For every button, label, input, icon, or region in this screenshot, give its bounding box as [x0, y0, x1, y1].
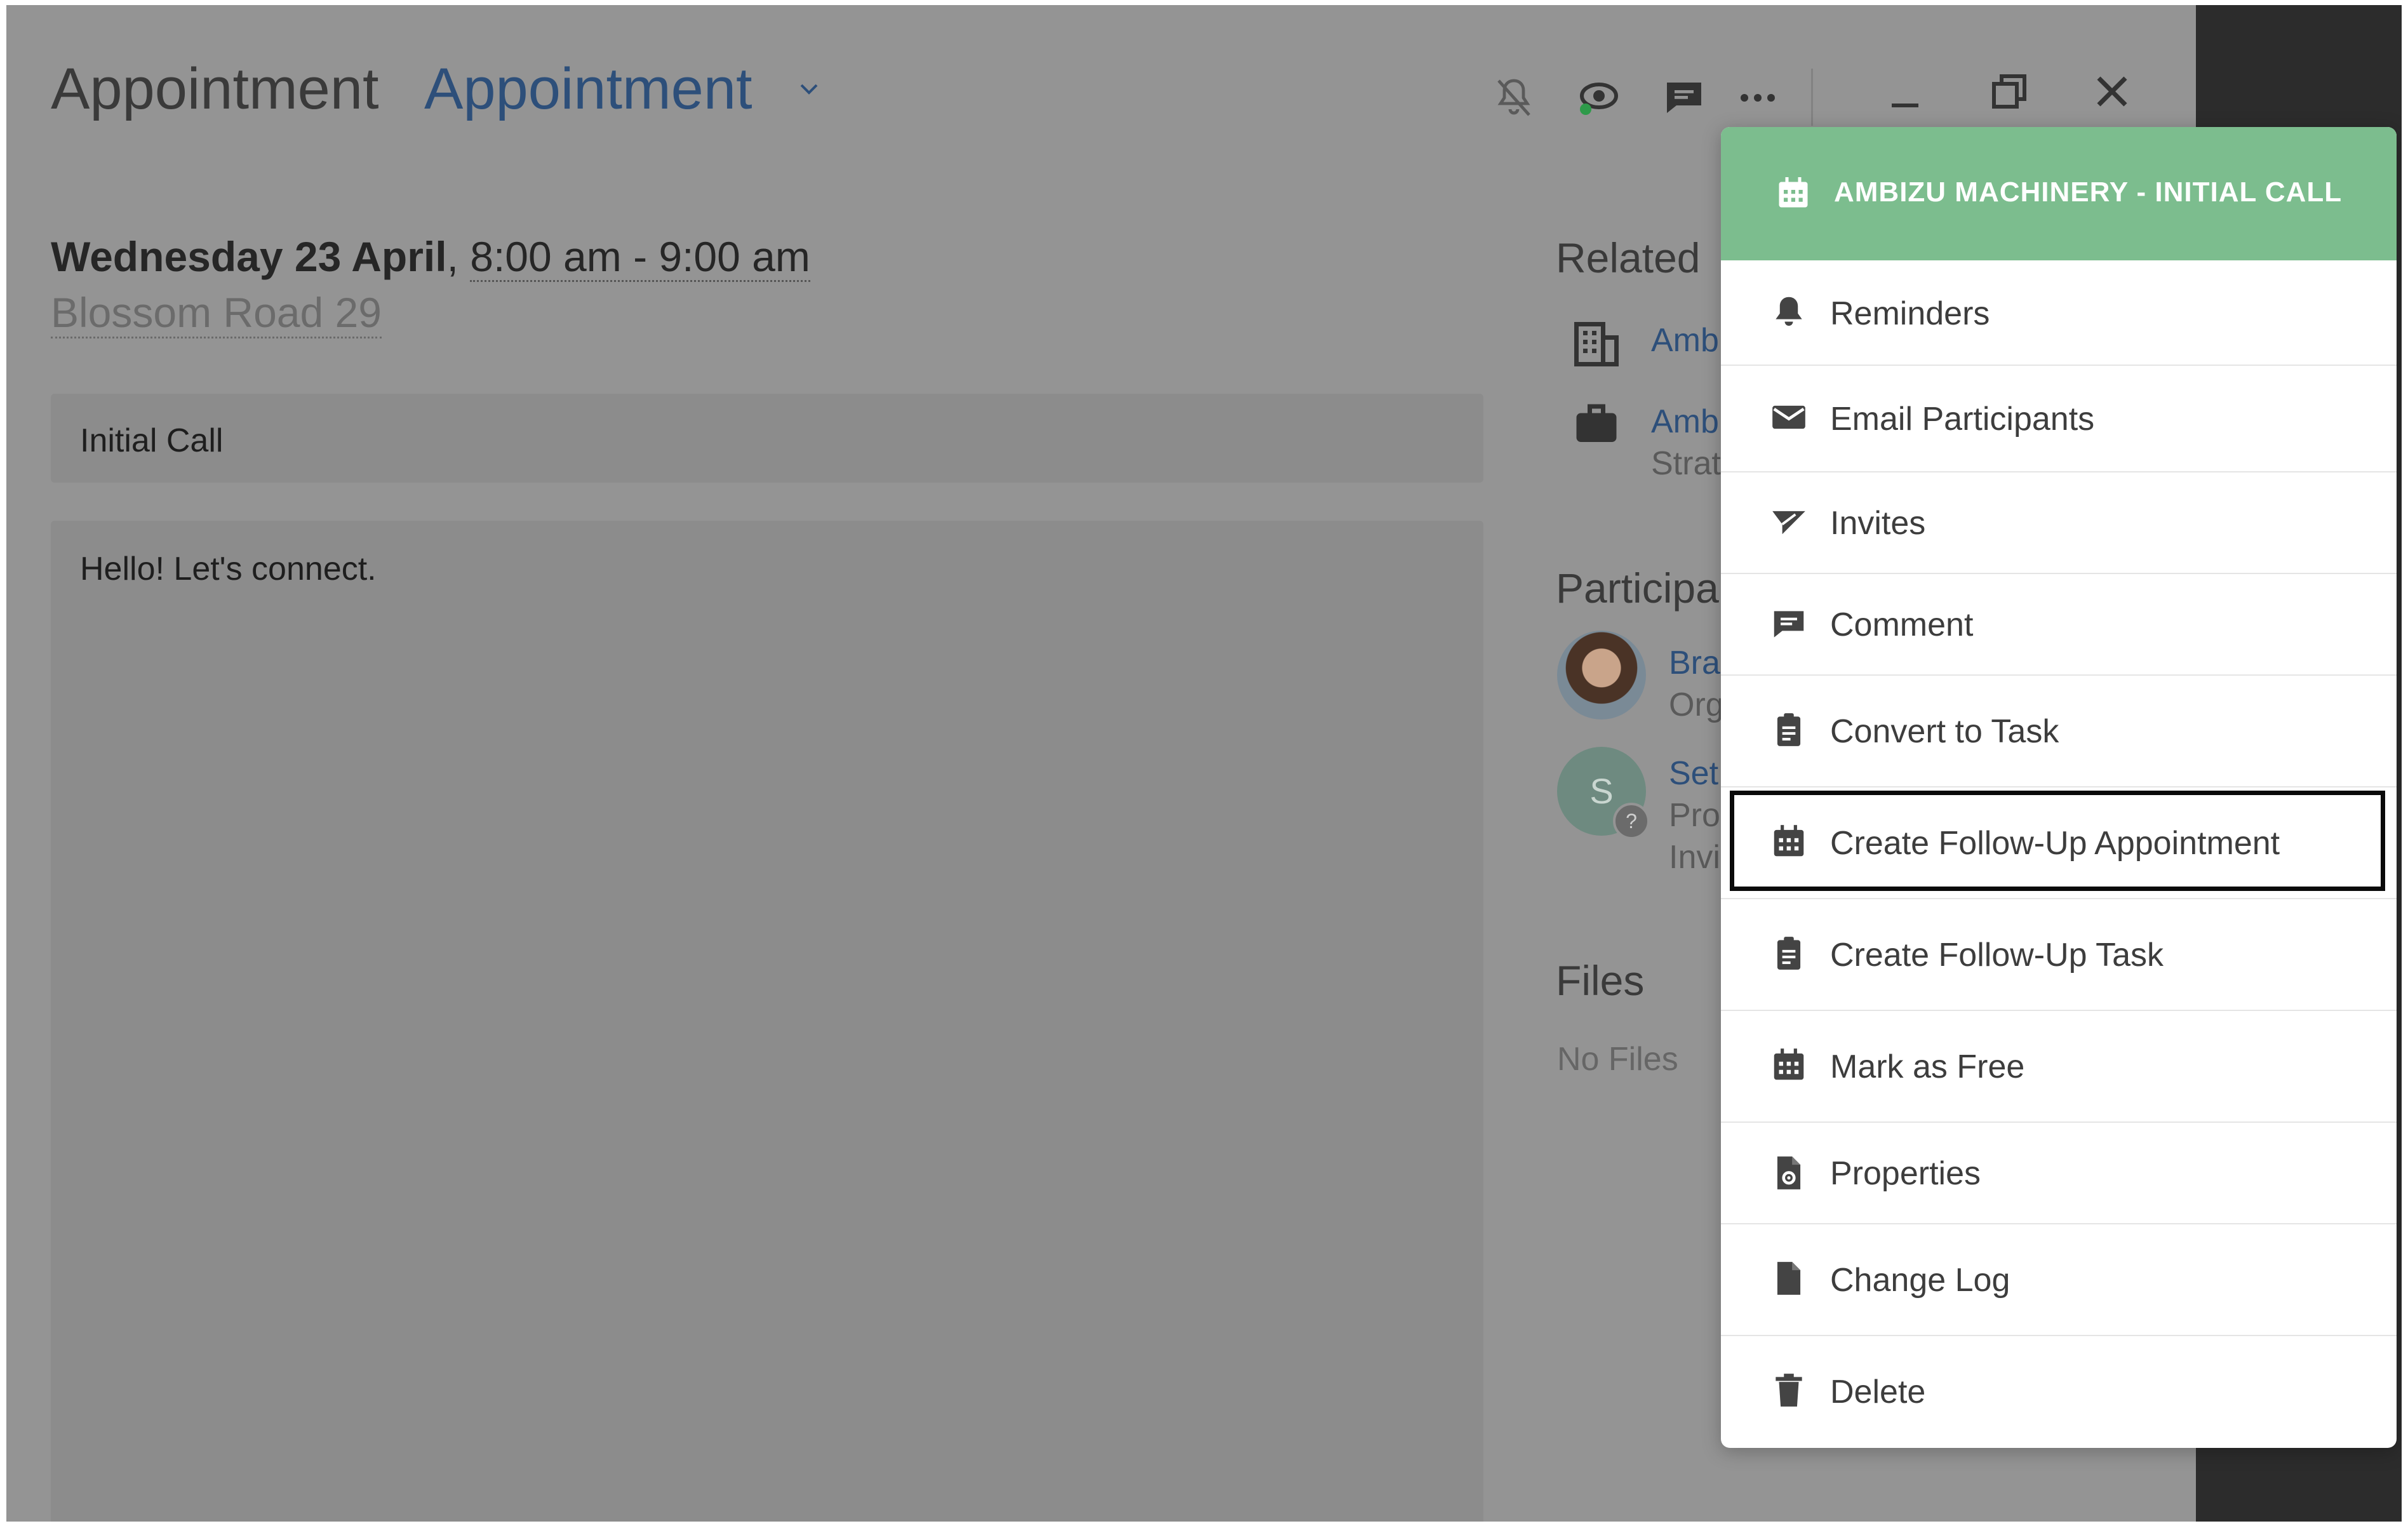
minimize-icon[interactable] — [1882, 75, 1928, 121]
menu-item-comment[interactable]: Comment — [1721, 574, 2397, 676]
trash-icon — [1776, 1374, 1802, 1407]
menu-item-label: Invites — [1830, 505, 1926, 542]
actions-menu: AMBIZU MACHINERY - INITIAL CALL Reminder… — [1721, 127, 2397, 1448]
menu-item-label: Comment — [1830, 606, 1974, 643]
bell-off-icon[interactable] — [1491, 75, 1537, 121]
participant-invite-status: Invi — [1669, 839, 1720, 876]
menu-item-label: Convert to Task — [1830, 713, 2059, 750]
related-opportunity-sub: Strat — [1651, 445, 1721, 482]
clipboard-icon — [1777, 937, 1801, 970]
participant-name[interactable]: Set — [1669, 754, 1718, 793]
briefcase-icon — [1576, 404, 1617, 442]
menu-item-label: Change Log — [1830, 1262, 2010, 1299]
avatar[interactable] — [1557, 631, 1646, 720]
notes-text: Hello! Let's connect. — [80, 551, 377, 587]
files-title: Files — [1556, 957, 1645, 1004]
menu-item-label: Reminders — [1830, 295, 1990, 332]
clipboard-icon — [1777, 713, 1801, 746]
more-options-icon[interactable] — [1735, 75, 1781, 121]
menu-item-change-log[interactable]: Change Log — [1721, 1224, 2397, 1336]
menu-item-create-follow-up-task[interactable]: Create Follow-Up Task — [1721, 899, 2397, 1011]
follow-eye-icon[interactable] — [1576, 75, 1622, 121]
calendar-icon — [1774, 1048, 1804, 1080]
appointment-time[interactable]: 8:00 am - 9:00 am — [470, 233, 810, 282]
subject-field[interactable]: Initial Call — [51, 394, 1483, 483]
participant-role: Org — [1669, 686, 1724, 723]
menu-header: AMBIZU MACHINERY - INITIAL CALL — [1721, 127, 2397, 260]
appointment-location[interactable]: Blossom Road 29 — [51, 288, 382, 338]
participant-name[interactable]: Bra — [1669, 644, 1720, 682]
related-opportunity-link[interactable]: Ambi — [1651, 403, 1726, 441]
view-selector[interactable]: Appointment — [424, 56, 752, 123]
app-frame: Appointment Appointment Wednesday 23 Apr… — [6, 5, 2402, 1522]
files-empty-text: No Files — [1557, 1041, 1678, 1078]
close-icon[interactable] — [2089, 69, 2135, 114]
file-gear-icon — [1777, 1156, 1801, 1189]
calendar-icon — [1779, 177, 1808, 208]
chevron-down-icon[interactable] — [796, 80, 822, 99]
comment-icon[interactable] — [1661, 75, 1707, 121]
appointment-datetime: Wednesday 23 April, 8:00 am - 9:00 am — [51, 232, 810, 282]
menu-item-label: Email Participants — [1830, 401, 2095, 438]
subject-text: Initial Call — [80, 422, 224, 459]
menu-title: AMBIZU MACHINERY - INITIAL CALL — [1834, 177, 2343, 208]
related-title: Related — [1556, 234, 1701, 281]
menu-item-label: Properties — [1830, 1155, 1981, 1192]
entity-type-title: Appointment — [51, 57, 379, 121]
menu-item-delete[interactable]: Delete — [1721, 1336, 2397, 1448]
selected-item-highlight — [1730, 791, 2385, 891]
participants-title: Participa — [1556, 565, 1719, 612]
notes-field[interactable]: Hello! Let's connect. — [51, 521, 1483, 1522]
paper-plane-icon — [1772, 511, 1805, 535]
bell-icon — [1776, 297, 1802, 326]
building-icon — [1574, 322, 1619, 366]
menu-item-label: Mark as Free — [1830, 1048, 2025, 1085]
menu-item-label: Create Follow-Up Task — [1830, 937, 2164, 974]
menu-item-email-participants[interactable]: Email Participants — [1721, 366, 2397, 472]
header-separator — [1811, 69, 1813, 126]
menu-item-mark-as-free[interactable]: Mark as Free — [1721, 1011, 2397, 1123]
restore-window-icon[interactable] — [1986, 69, 2032, 114]
comment-icon — [1774, 611, 1804, 638]
appointment-day: Wednesday 23 April — [51, 233, 447, 280]
related-company-link[interactable]: Ambi — [1651, 321, 1726, 359]
envelope-icon — [1772, 405, 1805, 429]
menu-item-invites[interactable]: Invites — [1721, 472, 2397, 574]
participant-role: Pro — [1669, 797, 1720, 834]
menu-item-convert-to-task[interactable]: Convert to Task — [1721, 676, 2397, 787]
menu-item-properties[interactable]: Properties — [1721, 1123, 2397, 1224]
menu-item-label: Delete — [1830, 1374, 1926, 1410]
date-separator: , — [446, 233, 458, 280]
unknown-status-badge: ? — [1613, 803, 1650, 840]
menu-item-reminders[interactable]: Reminders — [1721, 260, 2397, 366]
file-icon — [1777, 1262, 1801, 1295]
